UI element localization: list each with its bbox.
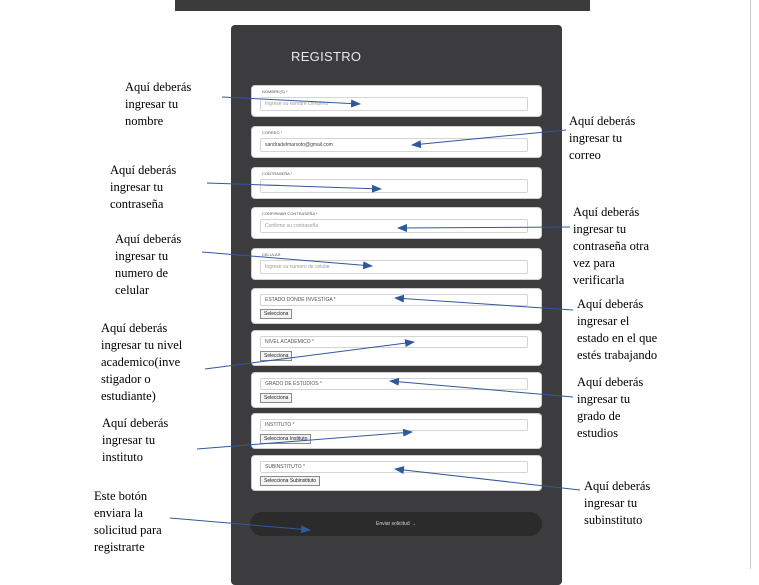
arrow-celular <box>201 251 373 270</box>
arrow-subinstituto <box>394 466 581 491</box>
arrow-nivel <box>204 339 415 370</box>
arrow-correo <box>411 129 567 149</box>
arrow-instituto <box>196 428 413 450</box>
arrow-boton <box>169 517 311 534</box>
arrow-confirmar <box>397 223 571 232</box>
arrow-estado <box>394 294 574 311</box>
annotation-arrows <box>169 96 581 534</box>
arrow-grado <box>389 377 574 398</box>
arrow-nombre <box>221 96 361 108</box>
arrow-contrasena <box>206 182 382 193</box>
